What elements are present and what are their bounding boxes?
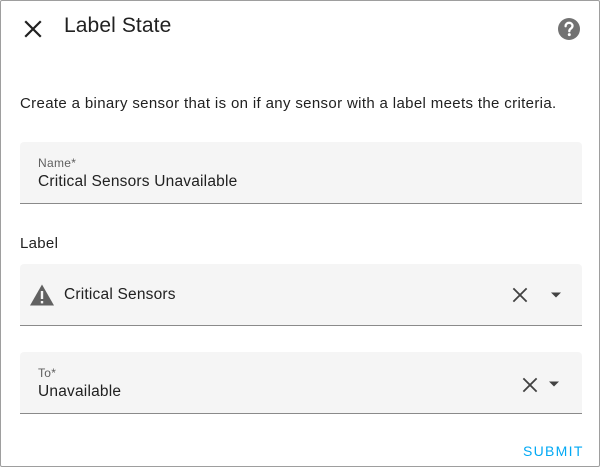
label-picker[interactable]: Critical Sensors xyxy=(20,264,582,326)
clear-icon xyxy=(522,377,538,393)
name-field-value[interactable]: Critical Sensors Unavailable xyxy=(38,173,237,191)
help-icon xyxy=(558,18,580,40)
close-icon xyxy=(24,20,42,38)
caret-down-icon xyxy=(551,292,561,298)
help-button[interactable] xyxy=(557,17,581,41)
label-picker-value: Critical Sensors xyxy=(64,286,176,303)
to-clear-button[interactable] xyxy=(520,375,540,395)
name-field-label: Name* xyxy=(38,156,77,170)
clear-icon xyxy=(512,287,528,303)
dialog-title: Label State xyxy=(64,14,172,37)
close-button[interactable] xyxy=(19,15,47,43)
submit-button[interactable]: SUBMIT xyxy=(517,439,590,463)
to-dropdown-button[interactable] xyxy=(544,374,564,394)
alert-triangle-icon xyxy=(29,283,55,307)
label-clear-button[interactable] xyxy=(510,285,530,305)
label-state-dialog: Label State Create a binary sensor that … xyxy=(0,0,600,467)
to-field-label: To* xyxy=(38,366,57,380)
caret-down-icon xyxy=(549,381,559,387)
to-state-select[interactable]: To* Unavailable xyxy=(20,352,582,414)
to-field-value: Unavailable xyxy=(38,383,122,400)
label-section-heading: Label xyxy=(20,235,59,252)
dialog-description: Create a binary sensor that is on if any… xyxy=(20,95,557,112)
label-dropdown-button[interactable] xyxy=(546,285,566,305)
dialog-header: Label State xyxy=(1,1,599,57)
name-field[interactable]: Name* Critical Sensors Unavailable xyxy=(20,142,582,204)
